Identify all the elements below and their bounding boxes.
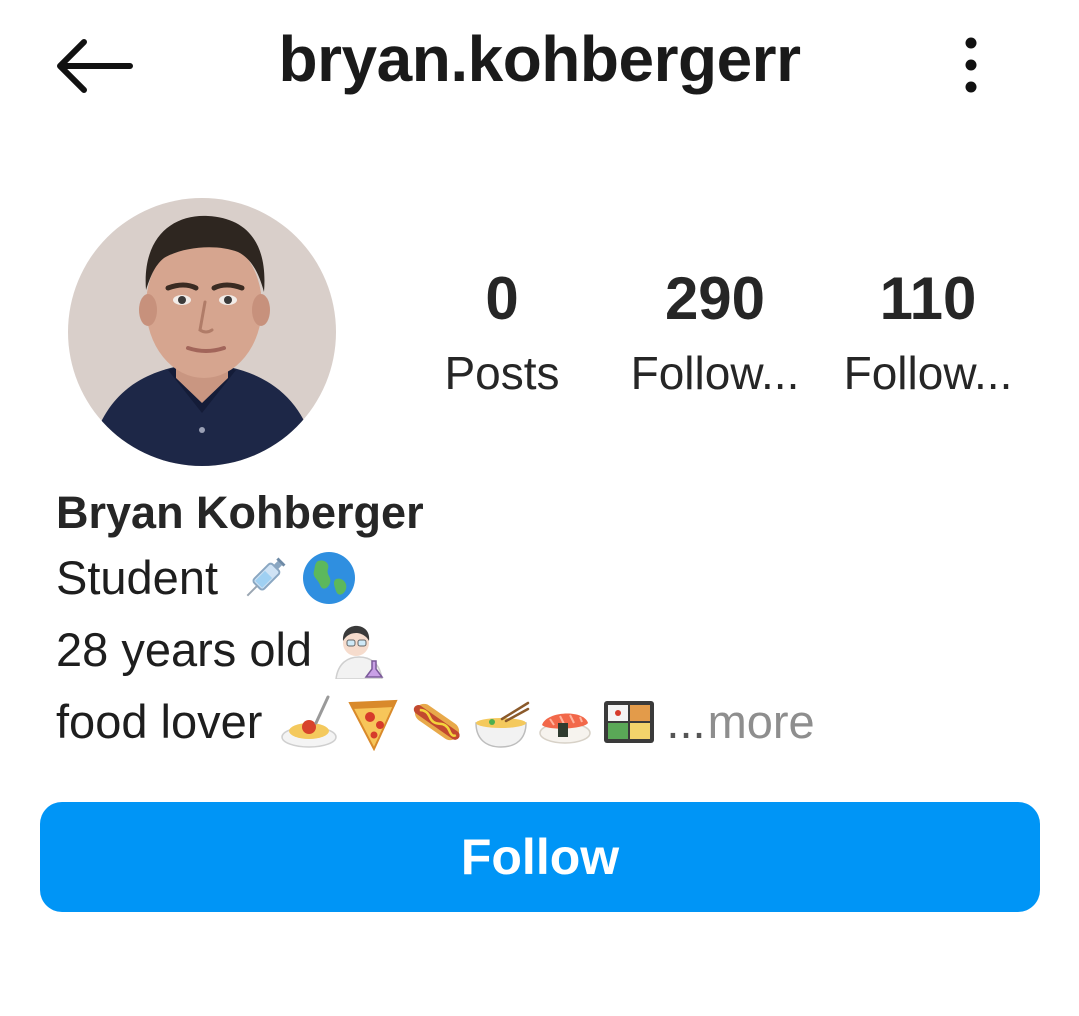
bio-ellipsis: ... [666,695,706,748]
following-count[interactable]: 110 [830,262,1026,336]
following-stat[interactable]: 110 Follow... [830,262,1026,402]
bio-line: Student [56,542,1016,614]
top-bar: bryan.kohbergerr [0,0,1079,130]
bio-line: food lover ... more [56,686,1016,758]
ramen-emoji [472,693,530,751]
followers-label[interactable]: Follow... [618,344,812,402]
bio-text: Student [56,551,219,604]
avatar[interactable] [68,198,336,466]
bento-emoji [600,693,658,751]
pizza-emoji [344,693,402,751]
vertical-dots-icon[interactable] [948,34,994,96]
syringe-emoji [236,549,294,607]
hotdog-emoji [408,693,466,751]
profile-username: bryan.kohbergerr [278,23,801,95]
bio-line: 28 years old [56,614,1016,686]
followers-count[interactable]: 290 [618,262,812,336]
follow-button[interactable]: Follow [40,802,1040,912]
scientist-emoji [330,621,388,679]
following-label[interactable]: Follow... [830,344,1026,402]
globe-emoji [300,549,358,607]
more-link[interactable]: more [708,689,815,755]
bio-text: food lover [56,695,263,748]
spaghetti-emoji [280,693,338,751]
posts-count: 0 [485,265,519,332]
posts-stat: 0 Posts [432,262,572,402]
profile-bio: Bryan Kohberger Student 28 years old foo… [56,484,1016,758]
bio-text: 28 years old [56,623,313,676]
sushi-emoji [536,693,594,751]
followers-stat[interactable]: 290 Follow... [618,262,812,402]
full-name: Bryan Kohberger [56,487,424,538]
posts-label: Posts [444,347,560,399]
profile-page: bryan.kohbergerr 0 Posts 290 Follow... 1… [0,0,1079,1016]
